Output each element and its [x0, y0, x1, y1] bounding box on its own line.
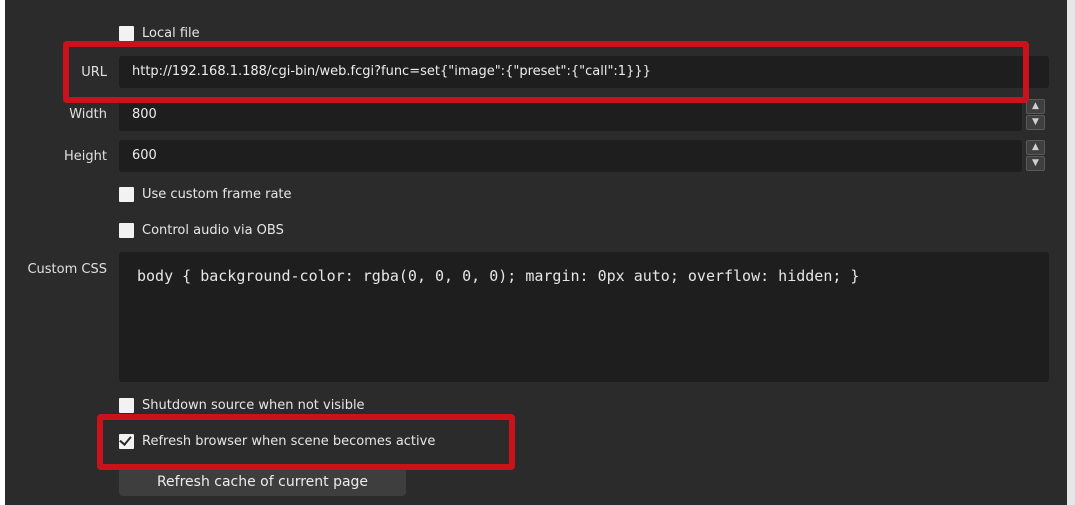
control-audio-label: Control audio via OBS	[142, 222, 284, 238]
custom-frame-rate-checkbox[interactable]	[119, 186, 134, 202]
width-down-arrow-icon[interactable]: ▼	[1026, 115, 1045, 130]
custom-frame-rate-checkbox-row[interactable]: Use custom frame rate	[119, 185, 292, 203]
control-audio-checkbox[interactable]	[119, 222, 134, 238]
refresh-on-active-checkbox[interactable]	[119, 432, 134, 449]
refresh-on-active-label: Refresh browser when scene becomes activ…	[142, 433, 436, 449]
custom-css-textarea[interactable]: body { background-color: rgba(0, 0, 0, 0…	[119, 252, 1049, 382]
control-audio-checkbox-row[interactable]: Control audio via OBS	[119, 221, 284, 239]
url-input[interactable]: http://192.168.1.188/cgi-bin/web.fcgi?fu…	[119, 56, 1049, 88]
refresh-on-active-checkbox-row[interactable]: Refresh browser when scene becomes activ…	[119, 432, 435, 450]
checkmark-icon	[119, 432, 132, 446]
width-spinbox: ▲ ▼	[1026, 99, 1045, 131]
width-label: Width	[69, 107, 107, 122]
local-file-checkbox[interactable]	[119, 25, 134, 41]
height-down-arrow-icon[interactable]: ▼	[1026, 156, 1045, 171]
local-file-checkbox-row[interactable]: Local file	[119, 24, 200, 42]
shutdown-label: Shutdown source when not visible	[142, 397, 365, 413]
custom-frame-rate-label: Use custom frame rate	[142, 186, 292, 202]
browser-source-properties-panel: Local file URL http://192.168.1.188/cgi-…	[5, 0, 1067, 505]
width-input[interactable]: 800	[119, 99, 1022, 131]
refresh-cache-button[interactable]: Refresh cache of current page	[119, 468, 406, 496]
height-input[interactable]: 600	[119, 140, 1022, 172]
local-file-label: Local file	[142, 25, 200, 41]
height-spinbox: ▲ ▼	[1026, 140, 1045, 172]
height-label: Height	[64, 149, 107, 164]
url-label: URL	[81, 65, 107, 80]
custom-css-label: Custom CSS	[27, 262, 107, 277]
shutdown-checkbox-row[interactable]: Shutdown source when not visible	[119, 396, 365, 414]
width-up-arrow-icon[interactable]: ▲	[1026, 99, 1045, 114]
shutdown-checkbox[interactable]	[119, 397, 134, 413]
vertical-scrollbar[interactable]	[1067, 0, 1075, 505]
height-up-arrow-icon[interactable]: ▲	[1026, 140, 1045, 155]
